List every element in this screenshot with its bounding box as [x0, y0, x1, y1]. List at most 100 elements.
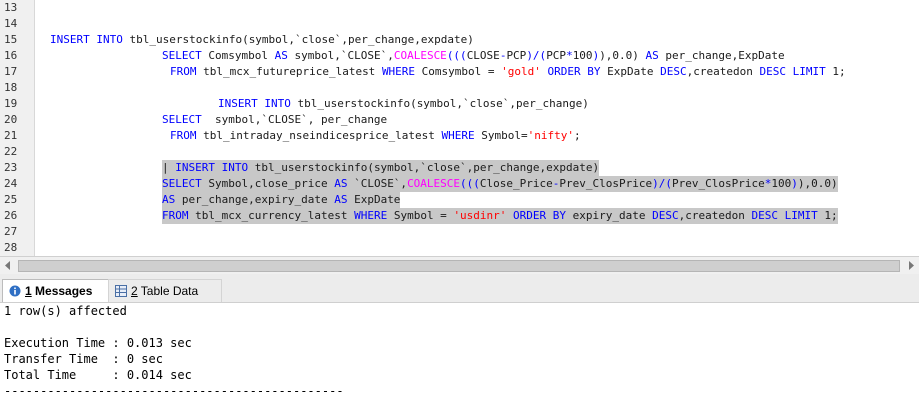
- code-token: symbol,`CLOSE`, per_change: [201, 113, 388, 126]
- tab-messages[interactable]: 1 Messages: [2, 279, 119, 302]
- editor-line[interactable]: 25 AS per_change,expiry_date AS ExpDate: [0, 192, 919, 208]
- tab-table-data-label: Table Data: [137, 284, 199, 298]
- code-token: )/(: [652, 177, 672, 190]
- code-text: FROM tbl_intraday_nseindicesprice_latest…: [170, 128, 581, 144]
- results-tab-bar: 1 Messages 2 Table Data: [0, 274, 919, 303]
- editor-line[interactable]: 18: [0, 80, 919, 96]
- code-token: FROM: [162, 209, 189, 222]
- code-token: INSERT INTO: [175, 161, 249, 174]
- code-text: | INSERT INTO tbl_userstockinfo(symbol,`…: [162, 160, 600, 176]
- code-token: ): [791, 177, 798, 190]
- code-token: WHERE: [354, 209, 388, 222]
- editor-line[interactable]: 19 INSERT INTO tbl_userstockinfo(symbol,`…: [0, 96, 919, 112]
- editor-line[interactable]: 14: [0, 16, 919, 32]
- code-token: PCP: [546, 49, 567, 62]
- line-number: 26: [4, 209, 18, 222]
- line-number: 15: [4, 33, 18, 46]
- code-token: AS: [274, 49, 288, 62]
- code-token: ExpDate: [347, 193, 401, 206]
- code-token: SELECT: [162, 113, 202, 126]
- code-token: tbl_mcx_futureprice_latest: [196, 65, 382, 78]
- output-line: Total Time : 0.014 sec: [4, 368, 192, 382]
- code-token: (((: [446, 49, 467, 62]
- editor-line[interactable]: 13: [0, 0, 919, 16]
- tab-table-data[interactable]: 2 Table Data: [108, 279, 222, 302]
- editor-line[interactable]: 21 FROM tbl_intraday_nseindicesprice_late…: [0, 128, 919, 144]
- output-line: 1 row(s) affected: [4, 304, 127, 318]
- code-token: ,createdon: [678, 209, 752, 222]
- code-token: WHERE: [441, 129, 475, 142]
- code-text: SELECT symbol,`CLOSE`, per_change: [162, 112, 387, 128]
- scroll-right-arrow[interactable]: [903, 257, 919, 274]
- editor-line[interactable]: 23 | INSERT INTO tbl_userstockinfo(symbol…: [0, 160, 919, 176]
- editor-line[interactable]: 28: [0, 240, 919, 256]
- tab-messages-label: Messages: [31, 284, 93, 298]
- code-token: CLOSE: [466, 49, 500, 62]
- code-token: ;: [574, 129, 581, 142]
- code-token: tbl_mcx_currency_latest: [188, 209, 355, 222]
- code-token: ORDER BY: [513, 209, 567, 222]
- line-number: 25: [4, 193, 18, 206]
- code-token: 100: [771, 177, 792, 190]
- code-token: )/(: [526, 49, 547, 62]
- code-token: SELECT: [162, 177, 202, 190]
- code-token: AS: [645, 49, 659, 62]
- code-token: COALESCE: [407, 177, 461, 190]
- code-token: tbl_userstockinfo(symbol,`close`,per_cha…: [122, 33, 474, 46]
- code-token: 1;: [825, 65, 846, 78]
- editor-line[interactable]: 15 INSERT INTO tbl_userstockinfo(symbol,`…: [0, 32, 919, 48]
- code-token: Prev_ClosPrice: [559, 177, 653, 190]
- line-number: 17: [4, 65, 18, 78]
- info-icon: [9, 282, 21, 297]
- editor-line[interactable]: 24 SELECT Symbol,close_price AS `CLOSE`,C…: [0, 176, 919, 192]
- code-token: ORDER BY: [547, 65, 601, 78]
- code-token: Prev_ClosPrice: [672, 177, 765, 190]
- line-number: 22: [4, 145, 18, 158]
- editor-line[interactable]: 20 SELECT symbol,`CLOSE`, per_change: [0, 112, 919, 128]
- code-text: INSERT INTO tbl_userstockinfo(symbol,`cl…: [50, 32, 474, 48]
- sql-editor[interactable]: 13 14 15 INSERT INTO tbl_userstockinfo(symb…: [0, 0, 919, 270]
- editor-line[interactable]: 22: [0, 144, 919, 160]
- code-token: ,createdon: [686, 65, 760, 78]
- editor-line[interactable]: 16 SELECT Comsymbol AS symbol,`CLOSE`,COA…: [0, 48, 919, 64]
- code-token: WHERE: [381, 65, 416, 78]
- code-text: AS per_change,expiry_date AS ExpDate: [162, 192, 401, 208]
- editor-line[interactable]: 17 FROM tbl_mcx_futureprice_latest WHERE …: [0, 64, 919, 80]
- code-token: Symbol =: [387, 209, 454, 222]
- code-token: Symbol=: [474, 129, 528, 142]
- code-token: ),0.0): [797, 177, 838, 190]
- output-line: ----------------------------------------…: [4, 384, 344, 398]
- line-number: 19: [4, 97, 18, 110]
- messages-output-panel: 1 row(s) affected Execution Time : 0.013…: [0, 303, 919, 412]
- tab-messages-number: 1: [25, 284, 32, 298]
- code-token: per_change,expiry_date: [175, 193, 335, 206]
- code-text: INSERT INTO tbl_userstockinfo(symbol,`cl…: [218, 96, 589, 112]
- code-token: expiry_date: [566, 209, 653, 222]
- code-token: Comsymbol =: [415, 65, 502, 78]
- code-token: (((: [460, 177, 480, 190]
- code-token: DESC: [660, 65, 687, 78]
- code-token: |: [162, 161, 176, 174]
- code-token: 'nifty': [527, 129, 575, 142]
- editor-line[interactable]: 26 FROM tbl_mcx_currency_latest WHERE Sym…: [0, 208, 919, 224]
- code-token: *: [566, 49, 573, 62]
- tab-table-data-number: 2: [131, 284, 138, 298]
- code-text: SELECT Comsymbol AS symbol,`CLOSE`,COALE…: [162, 48, 785, 64]
- horizontal-scrollbar[interactable]: [0, 256, 919, 275]
- line-number: 16: [4, 49, 18, 62]
- code-token: COALESCE: [393, 49, 447, 62]
- line-number: 24: [4, 177, 18, 190]
- code-token: tbl_userstockinfo(symbol,`close`,per_cha…: [248, 161, 600, 174]
- code-token: 1;: [817, 209, 838, 222]
- scrollbar-thumb[interactable]: [18, 260, 900, 272]
- code-token: 100: [572, 49, 593, 62]
- scroll-left-arrow[interactable]: [0, 257, 16, 274]
- editor-line[interactable]: 27: [0, 224, 919, 240]
- code-token: DESC LIMIT: [759, 65, 826, 78]
- code-token: DESC: [652, 209, 679, 222]
- line-number: 23: [4, 161, 18, 174]
- code-token: ExpDate: [600, 65, 661, 78]
- code-token: INSERT INTO: [50, 33, 123, 46]
- code-token: tbl_userstockinfo(symbol,`close`,per_cha…: [290, 97, 589, 110]
- line-number: 28: [4, 241, 18, 254]
